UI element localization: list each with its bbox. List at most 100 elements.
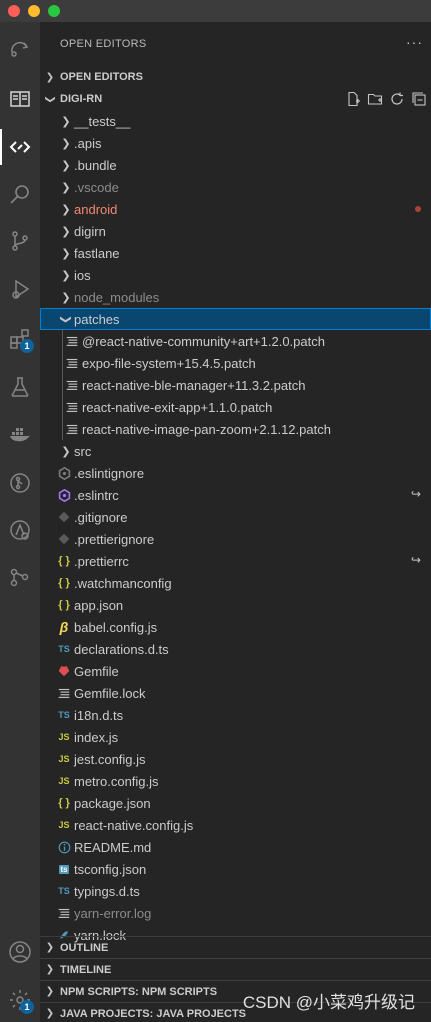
new-folder-icon[interactable] xyxy=(367,91,383,107)
lines-file-icon xyxy=(56,905,72,921)
tree-item-label: .gitignore xyxy=(74,509,128,525)
tree-item-label: .eslintrc xyxy=(74,487,119,503)
tree-file-item[interactable]: expo-file-system+15.4.5.patch xyxy=(40,352,431,374)
tree-file-item[interactable]: react-native-ble-manager+11.3.2.patch xyxy=(40,374,431,396)
ts-file-icon: TS xyxy=(58,886,70,896)
chevron-right-icon: ❯ xyxy=(61,203,71,216)
project-section[interactable]: ❯ DIGI-RN xyxy=(40,88,431,110)
tree-item-label: .bundle xyxy=(74,157,117,173)
tree-folder-item[interactable]: ❯ .apis xyxy=(40,132,431,154)
minimize-window-button[interactable] xyxy=(28,5,40,17)
tree-folder-item[interactable]: ❯ digirn xyxy=(40,220,431,242)
tree-file-item[interactable]: JS index.js xyxy=(40,726,431,748)
symlink-arrow-icon: ↪ xyxy=(410,487,421,501)
tree-item-label: react-native-image-pan-zoom+2.1.12.patch xyxy=(82,421,331,437)
tree-file-item[interactable]: Gemfile.lock xyxy=(40,682,431,704)
tree-item-label: app.json xyxy=(74,597,124,613)
settings-badge: 1 xyxy=(20,1000,34,1014)
tree-file-item[interactable]: { } .prettierrc ↪ xyxy=(40,550,431,572)
source-control-icon[interactable] xyxy=(0,221,40,261)
docker-icon[interactable] xyxy=(0,414,40,454)
chevron-right-icon: ❯ xyxy=(61,269,71,282)
tree-file-item[interactable]: ts tsconfig.json xyxy=(40,858,431,880)
accounts-icon[interactable] xyxy=(0,932,40,972)
remote-icon[interactable] xyxy=(0,28,40,68)
chevron-right-icon: ❯ xyxy=(61,181,71,194)
tree-file-item[interactable]: .eslintignore xyxy=(40,462,431,484)
tree-file-item[interactable]: .eslintrc ↪ xyxy=(40,484,431,506)
chevron-right-icon: ❯ xyxy=(61,159,71,172)
activity-bar: 1 1 xyxy=(0,22,40,1022)
manage-gear-icon[interactable]: 1 xyxy=(0,980,40,1020)
extensions-icon[interactable]: 1 xyxy=(0,319,40,359)
remote-explorer-icon[interactable] xyxy=(0,510,40,550)
chevron-right-icon: ❯ xyxy=(61,225,71,238)
tree-file-item[interactable]: @react-native-community+art+1.2.0.patch xyxy=(40,330,431,352)
testing-flask-icon[interactable] xyxy=(0,367,40,407)
tree-file-item[interactable]: react-native-image-pan-zoom+2.1.12.patch xyxy=(40,418,431,440)
tree-file-item[interactable]: yarn-error.log xyxy=(40,902,431,924)
tree-file-item[interactable]: .prettierignore xyxy=(40,528,431,550)
collapsed-section-header[interactable]: ❯ OUTLINE xyxy=(40,936,431,958)
tree-folder-item[interactable]: ❯ .bundle xyxy=(40,154,431,176)
tree-item-label: react-native-ble-manager+11.3.2.patch xyxy=(82,377,306,393)
tree-item-label: Gemfile xyxy=(74,663,119,679)
tree-folder-item[interactable]: ❯ __tests__ xyxy=(40,110,431,132)
explorer-actions xyxy=(345,91,427,107)
close-window-button[interactable] xyxy=(8,5,20,17)
tree-file-item[interactable]: TS declarations.d.ts xyxy=(40,638,431,660)
tree-file-item[interactable]: Gemfile xyxy=(40,660,431,682)
ts-file-icon: TS xyxy=(58,710,70,720)
js-file-icon: JS xyxy=(58,776,70,786)
chevron-right-icon: ❯ xyxy=(45,1008,55,1019)
tree-folder-item[interactable]: ❯ patches xyxy=(40,308,431,330)
run-debug-icon[interactable] xyxy=(0,269,40,309)
tree-item-label: babel.config.js xyxy=(74,619,158,635)
indent-guide xyxy=(62,330,63,440)
tree-item-label: digirn xyxy=(74,223,106,239)
tree-folder-item[interactable]: ❯ src xyxy=(40,440,431,462)
tree-file-item[interactable]: .gitignore xyxy=(40,506,431,528)
collapse-all-icon[interactable] xyxy=(411,91,427,107)
tree-item-label: Gemfile.lock xyxy=(74,685,146,701)
tree-file-item[interactable]: β babel.config.js xyxy=(40,616,431,638)
git-graph-icon[interactable] xyxy=(0,557,40,597)
tree-folder-item[interactable]: ❯ android xyxy=(40,198,431,220)
new-file-icon[interactable] xyxy=(345,91,361,107)
reader-icon[interactable] xyxy=(0,79,40,119)
gitlens-icon[interactable] xyxy=(0,463,40,503)
tree-item-label: .eslintignore xyxy=(74,465,145,481)
tree-item-label: yarn-error.log xyxy=(74,905,152,921)
open-editors-section[interactable]: ❯ OPEN EDITORS xyxy=(40,66,431,88)
tree-file-item[interactable]: TS i18n.d.ts xyxy=(40,704,431,726)
tree-folder-item[interactable]: ❯ fastlane xyxy=(40,242,431,264)
tree-file-item[interactable]: README.md xyxy=(40,836,431,858)
tree-folder-item[interactable]: ❯ node_modules xyxy=(40,286,431,308)
tree-item-label: android xyxy=(74,201,118,217)
tree-file-item[interactable]: { } .watchmanconfig xyxy=(40,572,431,594)
tree-item-label: tsconfig.json xyxy=(74,861,147,877)
tree-item-label: @react-native-community+art+1.2.0.patch xyxy=(82,333,325,349)
tree-file-item[interactable]: { } package.json xyxy=(40,792,431,814)
tree-file-item[interactable]: JS metro.config.js xyxy=(40,770,431,792)
chevron-right-icon: ❯ xyxy=(61,115,71,128)
tree-folder-item[interactable]: ❯ .vscode xyxy=(40,176,431,198)
tree-file-item[interactable]: JS react-native.config.js xyxy=(40,814,431,836)
tree-item-label: node_modules xyxy=(74,289,160,305)
tree-item-label: typings.d.ts xyxy=(74,883,140,899)
tree-item-label: README.md xyxy=(74,839,152,855)
more-actions-icon[interactable]: ··· xyxy=(406,34,423,50)
refresh-icon[interactable] xyxy=(389,91,405,107)
json-file-icon: { } xyxy=(58,599,70,611)
js-file-icon: JS xyxy=(58,754,70,764)
tree-file-item[interactable]: react-native-exit-app+1.1.0.patch xyxy=(40,396,431,418)
explorer-code-icon[interactable] xyxy=(0,127,40,167)
zoom-window-button[interactable] xyxy=(48,5,60,17)
tree-file-item[interactable]: TS typings.d.ts xyxy=(40,880,431,902)
tree-folder-item[interactable]: ❯ ios xyxy=(40,264,431,286)
chevron-down-icon: ❯ xyxy=(44,94,56,104)
tree-file-item[interactable]: JS jest.config.js xyxy=(40,748,431,770)
search-icon[interactable] xyxy=(0,174,40,214)
tree-file-item[interactable]: { } app.json xyxy=(40,594,431,616)
collapsed-section-header[interactable]: ❯ TIMELINE xyxy=(40,958,431,980)
